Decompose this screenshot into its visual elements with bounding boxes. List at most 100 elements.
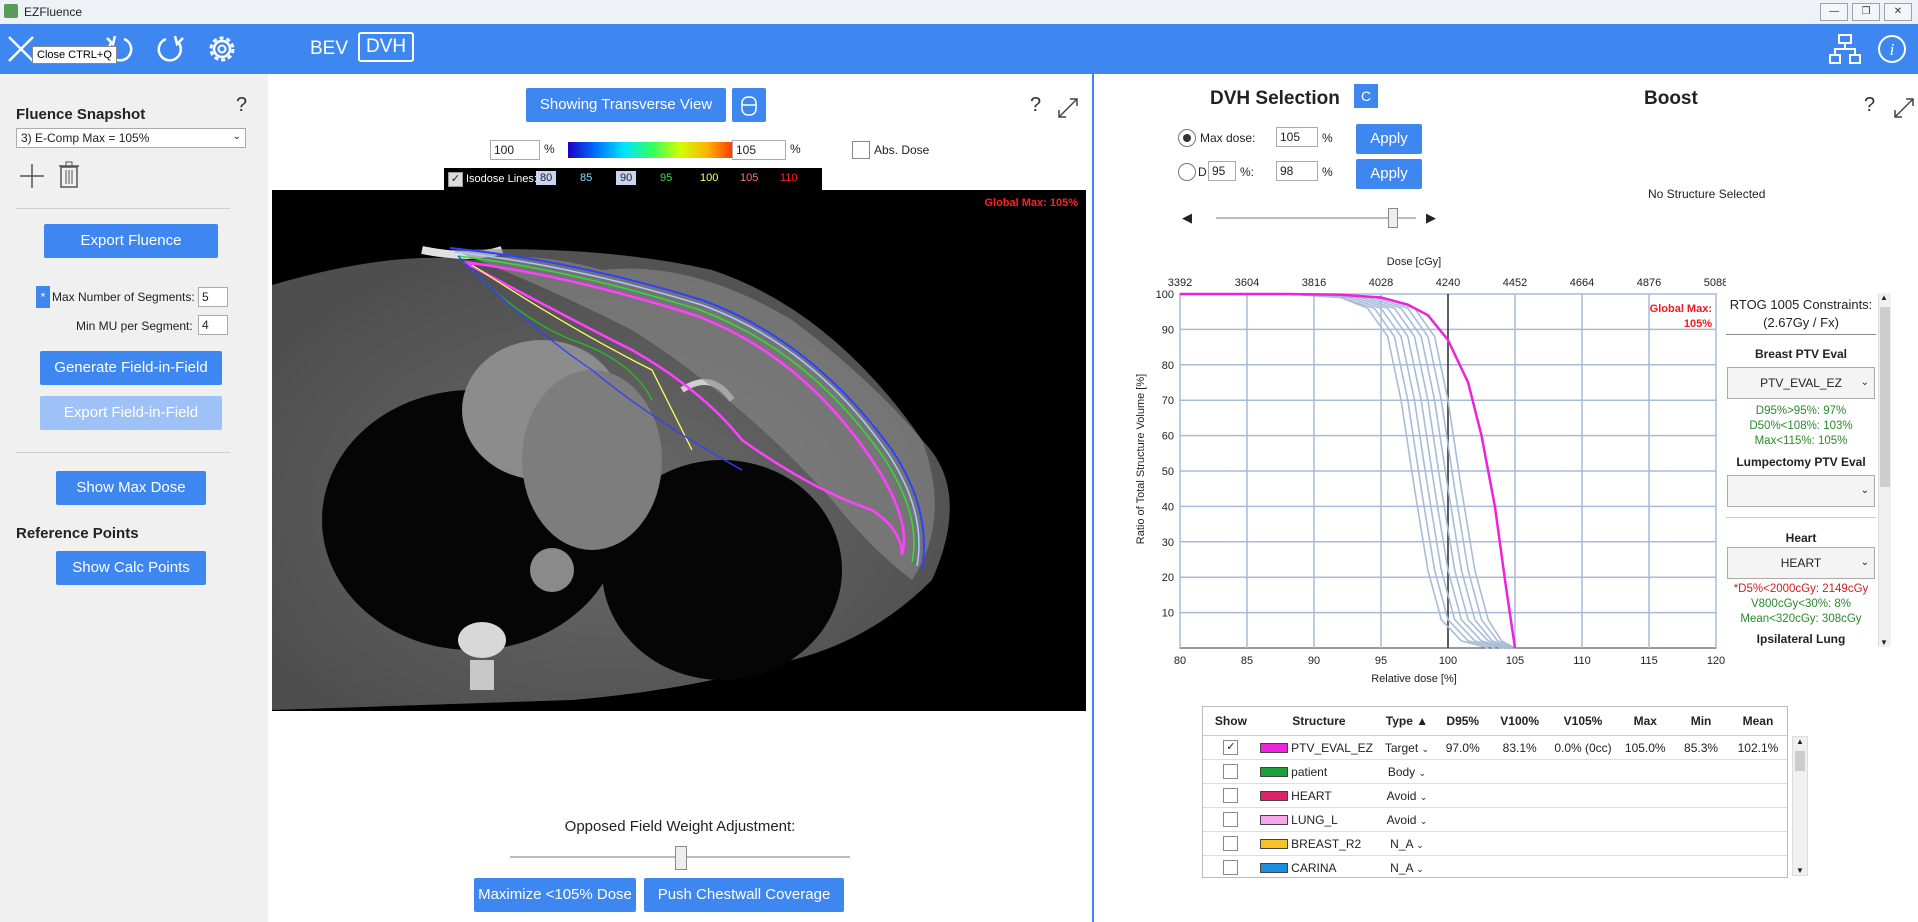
dvh-slider-thumb[interactable] [1388, 208, 1398, 228]
info-icon[interactable]: i [1876, 33, 1908, 65]
scroll-down-icon[interactable]: ▼ [1880, 638, 1888, 647]
constraints-scrollbar[interactable]: ▲ ▼ [1878, 293, 1891, 647]
isodose-value-110[interactable]: 110 [776, 171, 802, 185]
dvh-slider-right-arrow[interactable]: ▶ [1426, 210, 1436, 226]
table-cell: 105.0% [1617, 735, 1674, 760]
apply-d-button[interactable]: Apply [1356, 159, 1422, 189]
column-header: V105% [1548, 707, 1618, 736]
dvh-slider-track[interactable] [1216, 217, 1416, 219]
center-help-icon[interactable]: ? [1030, 94, 1041, 117]
scroll-up-icon[interactable]: ▲ [1880, 293, 1888, 302]
ipsilateral-lung-title: Ipsilateral Lung [1756, 632, 1846, 646]
opposed-weight-slider-thumb[interactable] [675, 846, 687, 870]
structure-type[interactable]: Avoid ⌄ [1387, 813, 1428, 827]
max-dose-radio[interactable] [1178, 129, 1196, 147]
structure-type[interactable]: N_A ⌄ [1390, 861, 1424, 875]
lock-view-button[interactable] [732, 88, 766, 122]
color-range-min-input[interactable]: 100 [490, 140, 540, 160]
export-fluence-button[interactable]: Export Fluence [44, 224, 218, 258]
maximize-dose-button[interactable]: Maximize <105% Dose [474, 878, 636, 912]
view-toggle-button[interactable]: Showing Transverse View [526, 88, 726, 122]
max-segments-input[interactable]: 5 [198, 287, 228, 307]
scroll-down-icon[interactable]: ▼ [1796, 866, 1804, 875]
table-cell [1617, 807, 1674, 832]
plus-icon[interactable] [18, 162, 46, 190]
dvh-button[interactable]: DVH [358, 32, 415, 62]
ct-transverse-view[interactable]: Global Max: 105% [272, 190, 1086, 711]
show-checkbox[interactable] [1223, 836, 1239, 852]
maximize-button[interactable]: ❐ [1852, 3, 1880, 21]
structure-type[interactable]: Target ⌄ [1385, 741, 1429, 755]
scroll-up-icon[interactable]: ▲ [1796, 737, 1804, 746]
table-row[interactable]: patient Body ⌄ [1203, 759, 1787, 784]
table-cell: LUNG_L [1258, 807, 1380, 832]
lumpectomy-title: Lumpectomy PTV Eval [1736, 455, 1866, 469]
isodose-checkbox[interactable]: ✓ [448, 172, 463, 187]
max-dose-input[interactable]: 105 [1276, 127, 1318, 147]
min-mu-input[interactable]: 4 [198, 315, 228, 335]
constraint-result: *D5%<2000cGy: 2149cGy [1733, 583, 1869, 595]
expand-icon[interactable] [1056, 96, 1080, 120]
show-calc-points-button[interactable]: Show Calc Points [56, 551, 206, 585]
d-result-input[interactable]: 98 [1276, 161, 1318, 181]
min-mu-label: Min MU per Segment: [76, 319, 193, 333]
table-row[interactable]: HEART Avoid ⌄ [1203, 783, 1787, 808]
redo-icon[interactable] [156, 34, 186, 64]
apply-max-dose-button[interactable]: Apply [1356, 124, 1422, 154]
minimize-button[interactable]: — [1820, 3, 1848, 21]
isodose-value-80[interactable]: 80 [536, 171, 557, 185]
structure-type[interactable]: Body ⌄ [1388, 765, 1426, 779]
generate-fif-button[interactable]: Generate Field-in-Field [40, 351, 222, 385]
structure-tree-icon[interactable] [1828, 32, 1862, 66]
breast-ptv-select[interactable]: PTV_EVAL_EZ ⌄ [1727, 367, 1875, 399]
dvh-x2-tick: 4452 [1503, 277, 1527, 289]
show-checkbox[interactable] [1223, 812, 1239, 828]
isodose-value-100[interactable]: 100 [696, 171, 722, 185]
trash-icon[interactable] [58, 161, 80, 189]
table-row[interactable]: BREAST_R2 N_A ⌄ [1203, 831, 1787, 856]
d-radio[interactable] [1178, 163, 1196, 181]
show-max-dose-button[interactable]: Show Max Dose [56, 471, 206, 505]
snapshot-select[interactable]: 3) E-Comp Max = 105% ⌄ [16, 128, 246, 148]
show-checkbox[interactable] [1223, 860, 1239, 876]
gear-icon[interactable] [204, 31, 240, 67]
color-range-max-input[interactable]: 105 [732, 140, 786, 160]
table-row[interactable]: LUNG_L Avoid ⌄ [1203, 807, 1787, 832]
show-checkbox[interactable] [1223, 788, 1239, 804]
constraints-scroll-thumb[interactable] [1880, 307, 1890, 487]
export-fif-button[interactable]: Export Field-in-Field [40, 396, 222, 430]
table-scrollbar[interactable]: ▲ ▼ [1792, 736, 1808, 876]
dvh-x2-tick: 5088 [1704, 277, 1726, 289]
dvh-y-tick: 40 [1162, 501, 1174, 513]
column-header[interactable]: Type ▲ [1379, 707, 1435, 736]
isodose-value-90[interactable]: 90 [616, 171, 637, 185]
table-row[interactable]: CARINA N_A ⌄ [1203, 855, 1787, 877]
push-chestwall-button[interactable]: Push Chestwall Coverage [644, 878, 844, 912]
c-button[interactable]: C [1354, 84, 1378, 108]
abs-dose-checkbox[interactable] [852, 141, 870, 159]
bev-button[interactable]: BEV [310, 38, 348, 60]
heart-select[interactable]: HEART ⌄ [1727, 547, 1875, 579]
d-volume-input[interactable]: 95 [1208, 161, 1236, 181]
isodose-bar: ✓ Isodose Lines: 80 85 90 95 100 105 110 [444, 168, 822, 190]
constraint-result: V800cGy<30%: 8% [1750, 598, 1852, 610]
expand-icon[interactable] [1892, 96, 1916, 120]
left-help-icon[interactable]: ? [236, 94, 247, 117]
constraints-title: RTOG 1005 Constraints: [1729, 297, 1873, 312]
table-row[interactable]: ✓ PTV_EVAL_EZ Target ⌄ 97.0% 83.1% 0.0% (0cc… [1203, 735, 1787, 760]
structure-name: CARINA [1291, 860, 1337, 875]
show-checkbox[interactable] [1223, 764, 1239, 780]
isodose-value-85[interactable]: 85 [576, 171, 596, 185]
structure-type[interactable]: N_A ⌄ [1390, 837, 1424, 851]
isodose-value-105[interactable]: 105 [736, 171, 762, 185]
right-help-icon[interactable]: ? [1864, 94, 1875, 117]
isodose-value-95[interactable]: 95 [656, 171, 676, 185]
show-checkbox[interactable]: ✓ [1223, 740, 1239, 756]
structure-type[interactable]: Avoid ⌄ [1387, 789, 1428, 803]
dvh-slider-left-arrow[interactable]: ◀ [1182, 210, 1192, 226]
table-scroll-thumb[interactable] [1795, 751, 1805, 771]
window-close-button[interactable]: ✕ [1884, 3, 1912, 21]
lumpectomy-select[interactable]: ⌄ [1727, 475, 1875, 507]
table-cell [1728, 807, 1787, 832]
table-cell: PTV_EVAL_EZ [1258, 735, 1380, 760]
